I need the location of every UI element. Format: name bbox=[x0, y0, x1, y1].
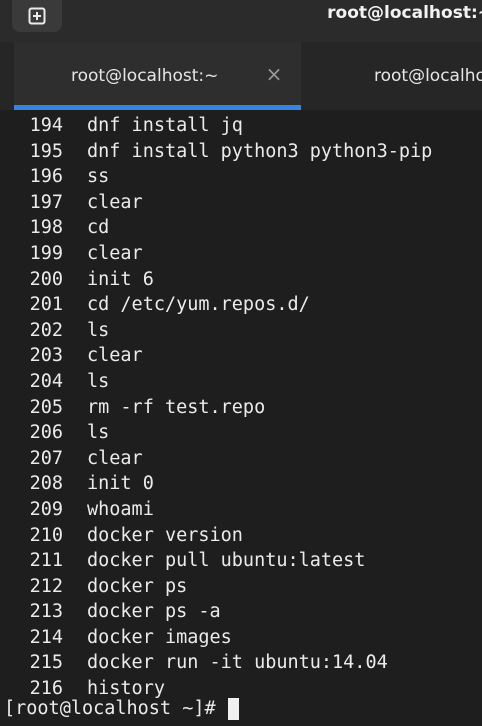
history-number: 202 bbox=[29, 319, 63, 341]
history-command: cd /etc/yum.repos.d/ bbox=[87, 294, 310, 316]
history-command: rm -rf test.repo bbox=[87, 396, 266, 418]
history-list: 194 dnf install jq 195 dnf install python3 … bbox=[0, 113, 482, 702]
history-number: 199 bbox=[29, 242, 63, 264]
history-number: 215 bbox=[29, 652, 63, 674]
tab-bar: root@localhost:~ × root@localhost:~ bbox=[0, 42, 482, 110]
history-number: 210 bbox=[29, 524, 63, 546]
history-number: 213 bbox=[29, 601, 63, 623]
header-bar: root@localhost:~ bbox=[0, 0, 482, 42]
history-number: 195 bbox=[29, 140, 63, 162]
history-line: 203 clear bbox=[0, 343, 482, 369]
history-line: 215 docker run -it ubuntu:14.04 bbox=[0, 650, 482, 676]
history-line: 206 ls bbox=[0, 420, 482, 446]
history-line: 210 docker version bbox=[0, 523, 482, 549]
history-command: whoami bbox=[87, 498, 154, 520]
history-command: docker version bbox=[87, 524, 243, 546]
history-number: 208 bbox=[29, 473, 63, 495]
history-number: 200 bbox=[29, 268, 63, 290]
history-line: 209 whoami bbox=[0, 497, 482, 523]
history-line: 201 cd /etc/yum.repos.d/ bbox=[0, 292, 482, 318]
history-number: 197 bbox=[29, 191, 63, 213]
new-tab-icon bbox=[28, 7, 46, 25]
history-command: docker images bbox=[87, 626, 232, 648]
history-line: 207 clear bbox=[0, 446, 482, 472]
history-number: 211 bbox=[29, 550, 63, 572]
close-tab-icon[interactable]: × bbox=[264, 64, 284, 84]
history-number: 214 bbox=[29, 626, 63, 648]
history-line: 198 cd bbox=[0, 215, 482, 241]
tab-inactive[interactable]: root@localhost:~ bbox=[302, 42, 482, 110]
tab-label: root@localhost:~ bbox=[71, 66, 219, 86]
terminal-output[interactable]: 194 dnf install jq 195 dnf install python3 … bbox=[0, 110, 482, 726]
history-command: docker run -it ubuntu:14.04 bbox=[87, 652, 388, 674]
history-number: 203 bbox=[29, 345, 63, 367]
history-line: 197 clear bbox=[0, 190, 482, 216]
history-line: 212 docker ps bbox=[0, 574, 482, 600]
history-number: 201 bbox=[29, 294, 63, 316]
history-command: docker pull ubuntu:latest bbox=[87, 550, 366, 572]
text-cursor bbox=[227, 698, 239, 720]
prompt-line[interactable]: [root@localhost ~]# bbox=[4, 696, 239, 722]
history-line: 211 docker pull ubuntu:latest bbox=[0, 548, 482, 574]
tab-active[interactable]: root@localhost:~ × bbox=[14, 42, 301, 110]
history-line: 208 init 0 bbox=[0, 471, 482, 497]
history-command: ls bbox=[87, 422, 110, 444]
history-line: 195 dnf install python3 python3-pip bbox=[0, 139, 482, 165]
history-line: 205 rm -rf test.repo bbox=[0, 395, 482, 421]
history-line: 196 ss bbox=[0, 164, 482, 190]
history-command: clear bbox=[87, 447, 143, 469]
history-command: clear bbox=[87, 242, 143, 264]
history-line: 199 clear bbox=[0, 241, 482, 267]
history-number: 207 bbox=[29, 447, 63, 469]
history-number: 194 bbox=[29, 115, 63, 136]
history-command: init 6 bbox=[87, 268, 154, 290]
history-line: 213 docker ps -a bbox=[0, 599, 482, 625]
history-command: docker ps -a bbox=[87, 601, 221, 623]
history-command: dnf install jq bbox=[87, 115, 243, 136]
history-number: 212 bbox=[29, 575, 63, 597]
history-number: 206 bbox=[29, 422, 63, 444]
history-line: 200 init 6 bbox=[0, 267, 482, 293]
history-command: cd bbox=[87, 217, 110, 239]
history-line: 202 ls bbox=[0, 318, 482, 344]
history-command: ss bbox=[87, 166, 110, 188]
history-command: ls bbox=[87, 319, 110, 341]
history-line: 204 ls bbox=[0, 369, 482, 395]
history-number: 196 bbox=[29, 166, 63, 188]
history-number: 209 bbox=[29, 498, 63, 520]
terminal-window: root@localhost:~ root@localhost:~ × root… bbox=[0, 0, 482, 726]
history-line: 214 docker images bbox=[0, 625, 482, 651]
history-command: ls bbox=[87, 370, 110, 392]
history-command: docker ps bbox=[87, 575, 188, 597]
new-tab-button[interactable] bbox=[12, 0, 62, 32]
history-line: 194 dnf install jq bbox=[0, 113, 482, 139]
history-number: 198 bbox=[29, 217, 63, 239]
history-command: init 0 bbox=[87, 473, 154, 495]
window-title: root@localhost:~ bbox=[327, 3, 482, 23]
history-command: dnf install python3 python3-pip bbox=[87, 140, 433, 162]
tab-label: root@localhost:~ bbox=[374, 66, 482, 86]
shell-prompt: [root@localhost ~]# bbox=[4, 698, 216, 719]
history-number: 205 bbox=[29, 396, 63, 418]
history-number: 204 bbox=[29, 370, 63, 392]
history-command: clear bbox=[87, 191, 143, 213]
history-command: clear bbox=[87, 345, 143, 367]
